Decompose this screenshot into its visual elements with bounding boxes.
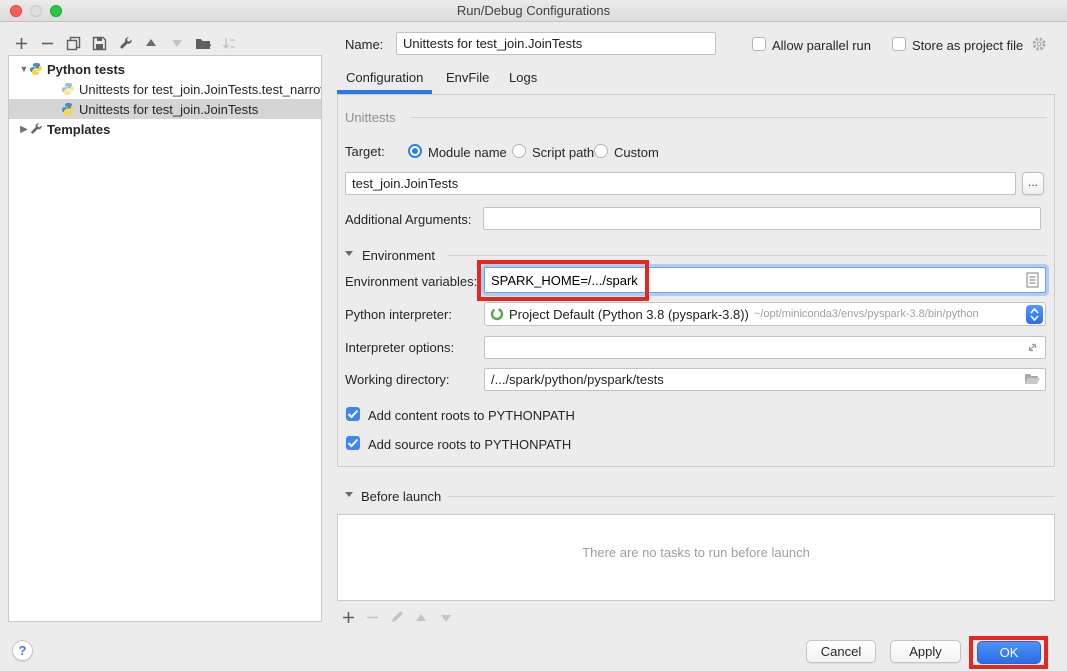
working-directory-label: Working directory: [345, 372, 450, 387]
move-down-icon [169, 35, 185, 51]
tree-item-unittests-test-narrow[interactable]: Unittests for test_join.JoinTests.test_n… [9, 79, 321, 99]
gear-icon[interactable] [1031, 36, 1047, 52]
edit-pencil-icon [389, 610, 405, 626]
copy-icon[interactable] [65, 35, 81, 51]
save-icon[interactable] [91, 35, 107, 51]
cancel-button[interactable]: Cancel [806, 640, 876, 663]
name-label: Name: [345, 37, 383, 52]
interpreter-options-input[interactable] [484, 336, 1046, 359]
add-source-roots-label: Add source roots to PYTHONPATH [368, 437, 571, 452]
add-content-roots-checkbox[interactable] [346, 407, 360, 421]
window-title: Run/Debug Configurations [0, 3, 1067, 18]
sort-alphabetically-icon [221, 35, 237, 51]
allow-parallel-run-label: Allow parallel run [772, 38, 871, 53]
allow-parallel-run-checkbox[interactable] [752, 37, 766, 51]
chevron-right-icon[interactable]: ▶ [19, 124, 29, 135]
expand-field-icon[interactable] [1026, 341, 1039, 354]
add-source-roots-checkbox[interactable] [346, 436, 360, 450]
tree-item-label: Unittests for test_join.JoinTests [79, 102, 258, 117]
remove-task-icon [364, 611, 380, 627]
browse-button[interactable]: ... [1022, 172, 1044, 195]
tab-envfile[interactable]: EnvFile [446, 70, 489, 85]
interpreter-stepper-icon[interactable] [1026, 305, 1043, 324]
before-launch-empty-message: There are no tasks to run before launch [338, 545, 1054, 560]
section-divider [448, 496, 1055, 497]
target-script-path-radio[interactable] [512, 144, 526, 158]
python-interpreter-select[interactable]: Project Default (Python 3.8 (pyspark-3.8… [484, 302, 1046, 326]
section-divider [448, 255, 1047, 256]
unittests-group-title: Unittests [345, 110, 396, 125]
target-label: Target: [345, 144, 385, 159]
environment-section-title: Environment [362, 248, 435, 263]
target-script-path-label: Script path [532, 145, 594, 160]
tree-item-label: Unittests for test_join.JoinTests.test_n… [79, 82, 321, 97]
store-as-project-file-checkbox[interactable] [892, 37, 906, 51]
group-divider [410, 117, 1047, 118]
python-interpreter-path: ~/opt/miniconda3/envs/pyspark-3.8/bin/py… [754, 308, 1045, 320]
tree-item-label: Python tests [47, 62, 125, 77]
configurations-toolbar [13, 33, 237, 53]
working-directory-input[interactable] [484, 368, 1046, 391]
chevron-down-icon[interactable]: ▼ [19, 64, 29, 74]
tree-item-unittests-jointests[interactable]: Unittests for test_join.JoinTests [9, 99, 321, 119]
conda-ring-icon [490, 307, 504, 321]
remove-icon[interactable] [39, 35, 55, 51]
edit-templates-wrench-icon[interactable] [117, 35, 133, 51]
tree-item-templates[interactable]: ▶ Templates [9, 119, 321, 139]
store-as-project-file-label: Store as project file [912, 38, 1023, 53]
before-launch-task-list: There are no tasks to run before launch [337, 514, 1055, 601]
apply-button[interactable]: Apply [890, 640, 961, 663]
additional-arguments-label: Additional Arguments: [345, 212, 471, 227]
tree-item-label: Templates [47, 122, 110, 137]
add-task-icon[interactable] [340, 611, 356, 627]
help-button[interactable]: ? [12, 640, 33, 661]
python-interpreter-label: Python interpreter: [345, 307, 452, 322]
target-custom-radio[interactable] [594, 144, 608, 158]
name-input[interactable] [396, 32, 716, 55]
move-up-icon[interactable] [143, 35, 159, 51]
ok-button[interactable]: OK [977, 641, 1041, 664]
environment-collapse-icon[interactable] [345, 251, 353, 256]
python-interpreter-value: Project Default (Python 3.8 (pyspark-3.8… [509, 307, 749, 322]
additional-arguments-input[interactable] [483, 207, 1041, 230]
add-icon[interactable] [13, 35, 29, 51]
target-custom-label: Custom [614, 145, 659, 160]
browse-variables-icon[interactable] [1026, 272, 1039, 288]
add-content-roots-label: Add content roots to PYTHONPATH [368, 408, 575, 423]
before-launch-section-title: Before launch [361, 489, 441, 504]
target-module-input[interactable] [345, 172, 1016, 195]
target-module-name-label: Module name [428, 145, 507, 160]
tree-item-python-tests[interactable]: ▼ Python tests [9, 59, 321, 79]
python-icon [61, 102, 75, 116]
target-module-name-radio[interactable] [408, 144, 422, 158]
run-debug-configurations-dialog: Run/Debug Configurations [0, 0, 1067, 671]
interpreter-options-label: Interpreter options: [345, 340, 454, 355]
python-icon [29, 62, 43, 76]
move-task-up-icon [413, 612, 429, 628]
folder-icon[interactable] [1024, 372, 1041, 386]
tab-configuration[interactable]: Configuration [346, 70, 423, 85]
configurations-tree: ▼ Python tests Unittests for test_join.J… [8, 55, 322, 622]
wrench-icon [29, 122, 43, 136]
before-launch-collapse-icon[interactable] [345, 492, 353, 497]
new-folder-icon[interactable] [195, 35, 211, 51]
python-icon [61, 82, 75, 96]
move-task-down-icon [438, 612, 454, 628]
environment-variables-label: Environment variables: [345, 274, 477, 289]
tab-logs[interactable]: Logs [509, 70, 537, 85]
environment-variables-input[interactable] [484, 267, 1046, 293]
title-bar: Run/Debug Configurations [0, 0, 1067, 22]
